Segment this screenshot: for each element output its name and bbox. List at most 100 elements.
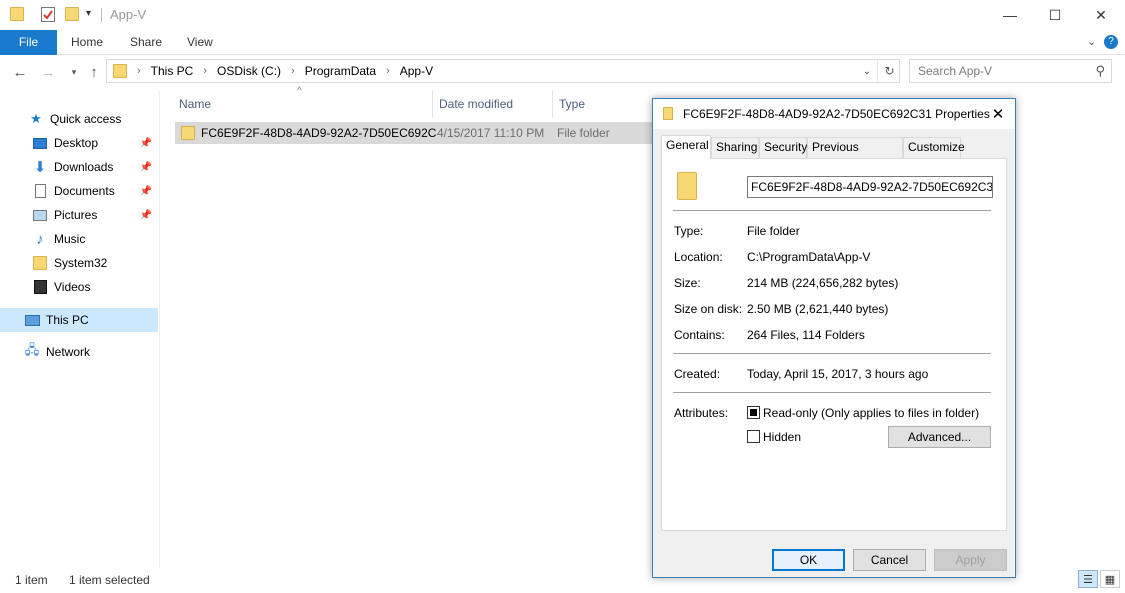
- properties-icon[interactable]: [41, 7, 55, 22]
- location-value: C:\ProgramData\App-V: [747, 250, 871, 264]
- divider: [673, 392, 991, 393]
- refresh-icon[interactable]: ↻: [877, 59, 901, 83]
- dialog-title: FC6E9F2F-48D8-4AD9-92A2-7D50EC692C31 Pro…: [683, 107, 990, 121]
- advanced-button[interactable]: Advanced...: [888, 426, 991, 448]
- nav-item-pictures[interactable]: Pictures 📌: [0, 203, 158, 227]
- nav-item-desktop[interactable]: Desktop 📌: [0, 131, 158, 155]
- chevron-right-icon[interactable]: ›: [133, 65, 145, 77]
- star-icon: ★: [30, 111, 42, 126]
- table-row[interactable]: FC6E9F2F-48D8-4AD9-92A2-7D50EC692C... 4/…: [175, 122, 655, 144]
- column-header-name[interactable]: Name: [173, 90, 433, 118]
- breadcrumb-app-v[interactable]: App-V: [394, 64, 439, 78]
- tab-security[interactable]: Security: [759, 137, 807, 158]
- folder-icon: [181, 126, 195, 140]
- window-title: App-V: [110, 7, 147, 22]
- hidden-label: Hidden: [763, 430, 802, 444]
- file-type: File folder: [557, 126, 610, 140]
- expand-ribbon-icon[interactable]: ⌄: [1087, 35, 1096, 48]
- tab-sharing[interactable]: Sharing: [711, 137, 759, 158]
- ribbon-tabs: File Home Share View ⌄ ?: [0, 30, 1125, 55]
- folder-name-field[interactable]: FC6E9F2F-48D8-4AD9-92A2-7D50EC692C31: [747, 176, 993, 198]
- tab-general[interactable]: General: [661, 135, 711, 159]
- chevron-right-icon[interactable]: ›: [199, 65, 211, 77]
- cancel-button[interactable]: Cancel: [853, 549, 926, 571]
- address-row: ← → ▾ ↑ › This PC › OSDisk (C:) › Progra…: [0, 56, 1125, 88]
- up-arrow-icon[interactable]: ↑: [84, 62, 104, 82]
- forward-arrow-icon[interactable]: →: [38, 62, 58, 82]
- size-label: Size:: [674, 276, 701, 290]
- general-tab-panel: [661, 158, 1007, 531]
- nav-item-downloads[interactable]: ⬇ Downloads 📌: [0, 155, 158, 179]
- type-label: Type:: [674, 224, 704, 238]
- help-icon[interactable]: ?: [1104, 35, 1118, 49]
- close-button[interactable]: ✕: [1078, 0, 1124, 30]
- documents-icon: [32, 183, 48, 199]
- breadcrumb-this-pc[interactable]: This PC: [145, 64, 200, 78]
- readonly-checkbox[interactable]: [747, 406, 760, 419]
- properties-dialog: FC6E9F2F-48D8-4AD9-92A2-7D50EC692C31 Pro…: [652, 98, 1016, 578]
- details-view-icon[interactable]: ☰: [1078, 570, 1098, 588]
- qat-separator: [101, 8, 102, 22]
- type-value: File folder: [747, 224, 800, 238]
- address-dropdown-icon[interactable]: ⌄: [858, 59, 876, 83]
- search-placeholder: Search App-V: [918, 64, 993, 78]
- customize-qat-chevron-icon[interactable]: ▾: [86, 8, 91, 19]
- pin-icon[interactable]: 📌: [140, 186, 152, 197]
- nav-label: Network: [46, 345, 91, 359]
- nav-item-music[interactable]: ♪ Music: [0, 227, 158, 251]
- apply-button[interactable]: Apply: [934, 549, 1007, 571]
- tab-view[interactable]: View: [173, 30, 227, 55]
- recent-locations-chevron-icon[interactable]: ▾: [64, 62, 84, 82]
- desktop-icon: [32, 135, 48, 151]
- download-icon: ⬇: [33, 159, 47, 176]
- contains-value: 264 Files, 114 Folders: [747, 328, 865, 342]
- music-icon: ♪: [36, 230, 44, 248]
- folder-icon: [10, 7, 24, 21]
- created-label: Created:: [674, 367, 721, 381]
- nav-quick-access[interactable]: ★ Quick access: [0, 107, 158, 131]
- maximize-button[interactable]: ☐: [1032, 0, 1078, 30]
- breadcrumb-osdisk[interactable]: OSDisk (C:): [211, 64, 287, 78]
- tab-share[interactable]: Share: [116, 30, 176, 55]
- folder-icon: [677, 172, 697, 200]
- minimize-button[interactable]: —: [987, 0, 1033, 30]
- folder-icon: [663, 107, 673, 120]
- tab-home[interactable]: Home: [57, 30, 117, 55]
- folder-icon: [32, 255, 48, 271]
- nav-item-videos[interactable]: Videos: [0, 275, 158, 299]
- breadcrumb-programdata[interactable]: ProgramData: [299, 64, 382, 78]
- tab-previous-versions[interactable]: Previous Versions: [807, 137, 903, 173]
- hidden-checkbox[interactable]: [747, 430, 760, 443]
- title-bar: ▾ App-V — ☐ ✕: [0, 0, 1125, 30]
- address-bar[interactable]: › This PC › OSDisk (C:) › ProgramData › …: [106, 59, 900, 83]
- pin-icon[interactable]: 📌: [140, 138, 152, 149]
- column-header-date-modified[interactable]: Date modified: [433, 90, 553, 118]
- attributes-label: Attributes:: [674, 406, 729, 420]
- tab-customize[interactable]: Customize: [903, 137, 965, 158]
- large-icons-view-icon[interactable]: ▦: [1100, 570, 1120, 588]
- nav-label: Quick access: [50, 112, 122, 126]
- nav-item-this-pc[interactable]: This PC: [0, 308, 158, 332]
- divider: [673, 210, 991, 211]
- pin-icon[interactable]: 📌: [140, 210, 152, 221]
- file-name: FC6E9F2F-48D8-4AD9-92A2-7D50EC692C...: [201, 126, 437, 140]
- chevron-right-icon[interactable]: ›: [287, 65, 299, 77]
- item-count: 1 item: [15, 573, 48, 587]
- file-date-modified: 4/15/2017 11:10 PM: [437, 126, 545, 140]
- dialog-close-button[interactable]: ✕: [987, 103, 1009, 125]
- location-label: Location:: [674, 250, 723, 264]
- selected-count: 1 item selected: [69, 573, 150, 587]
- search-input[interactable]: Search App-V ⚲: [909, 59, 1112, 83]
- nav-item-network[interactable]: 🖧 Network: [0, 340, 158, 364]
- nav-label: Videos: [54, 280, 91, 294]
- nav-item-documents[interactable]: Documents 📌: [0, 179, 158, 203]
- new-folder-icon[interactable]: [65, 7, 79, 21]
- nav-label: Music: [54, 232, 86, 246]
- back-arrow-icon[interactable]: ←: [10, 62, 30, 82]
- tab-file[interactable]: File: [0, 30, 57, 55]
- nav-item-system32[interactable]: System32: [0, 251, 158, 275]
- chevron-right-icon[interactable]: ›: [382, 65, 394, 77]
- ok-button[interactable]: OK: [772, 549, 845, 571]
- size-on-disk-label: Size on disk:: [674, 302, 743, 316]
- pin-icon[interactable]: 📌: [140, 162, 152, 173]
